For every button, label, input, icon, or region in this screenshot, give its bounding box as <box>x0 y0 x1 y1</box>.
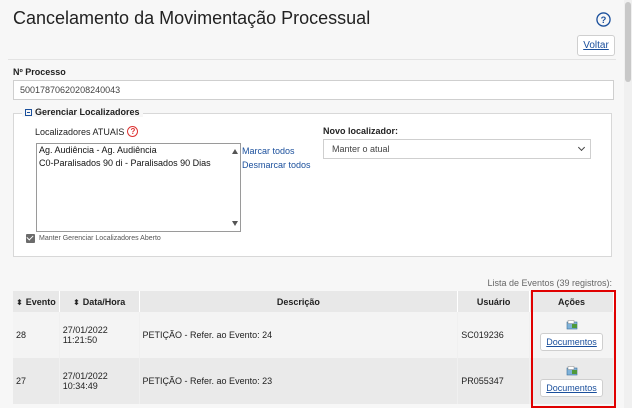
manter-aberto-row[interactable]: Manter Gerenciar Localizadores Aberto <box>26 234 161 243</box>
evento-cell: 28 <box>13 312 60 358</box>
desmarcar-todos-link[interactable]: Desmarcar todos <box>242 160 311 170</box>
marcar-todos-link[interactable]: Marcar todos <box>242 146 295 156</box>
voltar-button[interactable]: Voltar <box>577 35 615 56</box>
column-header-acoes: Ações <box>529 291 614 312</box>
help-icon[interactable]: ? <box>596 12 611 27</box>
list-item[interactable]: Ag. Audiência - Ag. Audiência <box>37 144 240 157</box>
scroll-down-icon[interactable] <box>232 221 238 226</box>
document-icon[interactable] <box>566 365 578 376</box>
page: Cancelamento da Movimentação Processual … <box>0 0 624 408</box>
minus-icon[interactable] <box>25 108 32 116</box>
select-value: Manter o atual <box>332 144 390 154</box>
processo-label: Nº Processo <box>13 67 66 77</box>
eventos-count: Lista de Eventos (39 registros): <box>487 278 612 288</box>
chevron-down-icon <box>577 143 586 152</box>
divider <box>8 59 616 60</box>
scrollbar-thumb[interactable] <box>625 2 631 82</box>
evento-cell: 27 <box>13 358 60 404</box>
table-row: 27 27/01/2022 10:34:49 PETIÇÃO - Refer. a… <box>13 358 614 404</box>
localizadores-legend[interactable]: Gerenciar Localizadores <box>22 107 143 117</box>
descricao-cell: PETIÇÃO - Refer. ao Evento: 23 <box>139 358 459 404</box>
datahora-cell: 27/01/2022 10:34:49 <box>59 358 140 404</box>
column-header-descricao: Descrição <box>139 291 459 312</box>
svg-text:?: ? <box>601 15 607 25</box>
column-header-usuario: Usuário <box>457 291 531 312</box>
legend-label: Gerenciar Localizadores <box>35 107 140 117</box>
datahora-cell: 27/01/2022 11:21:50 <box>59 312 140 358</box>
scroll-up-icon[interactable] <box>232 149 238 154</box>
manter-aberto-checkbox[interactable] <box>26 234 35 243</box>
list-item[interactable]: C0-Paralisados 90 di - Paralisados 90 Di… <box>37 157 240 170</box>
processo-field[interactable]: 50017870620208240043 <box>13 80 614 100</box>
usuario-cell: PR055347 <box>457 358 531 404</box>
localizadores-listbox[interactable]: Ag. Audiência - Ag. Audiência C0-Paralis… <box>36 143 241 232</box>
localizadores-atuais-label: Localizadores ATUAIS ? <box>35 126 139 137</box>
localizadores-atuais-text: Localizadores ATUAIS <box>35 126 125 137</box>
eventos-table: ⬍ Evento ⬍ Data/Hora Descrição Usuário Açõ… <box>13 291 614 404</box>
page-scrollbar[interactable] <box>624 0 632 408</box>
page-title: Cancelamento da Movimentação Processual <box>13 8 371 28</box>
acoes-cell: Documentos <box>529 358 614 404</box>
acoes-cell: Documentos <box>529 312 614 358</box>
document-icon[interactable] <box>566 319 578 330</box>
manter-aberto-label: Manter Gerenciar Localizadores Aberto <box>39 235 161 242</box>
novo-localizador-label: Novo localizador: <box>323 126 399 136</box>
sort-icon[interactable]: ⬍ <box>73 298 80 307</box>
sort-icon[interactable]: ⬍ <box>16 298 23 307</box>
usuario-cell: SC019236 <box>457 312 531 358</box>
documentos-button[interactable]: Documentos <box>540 378 603 397</box>
descricao-cell: PETIÇÃO - Refer. ao Evento: 24 <box>139 312 459 358</box>
novo-localizador-select[interactable]: Manter o atual <box>323 139 591 159</box>
listbox-scrollbar[interactable] <box>229 144 240 231</box>
table-row: 28 27/01/2022 11:21:50 PETIÇÃO - Refer. a… <box>13 312 614 358</box>
column-header-data[interactable]: ⬍ Data/Hora <box>59 291 140 312</box>
question-icon[interactable]: ? <box>127 126 139 137</box>
documentos-button[interactable]: Documentos <box>540 332 603 351</box>
column-header-evento[interactable]: ⬍ Evento <box>13 291 60 312</box>
